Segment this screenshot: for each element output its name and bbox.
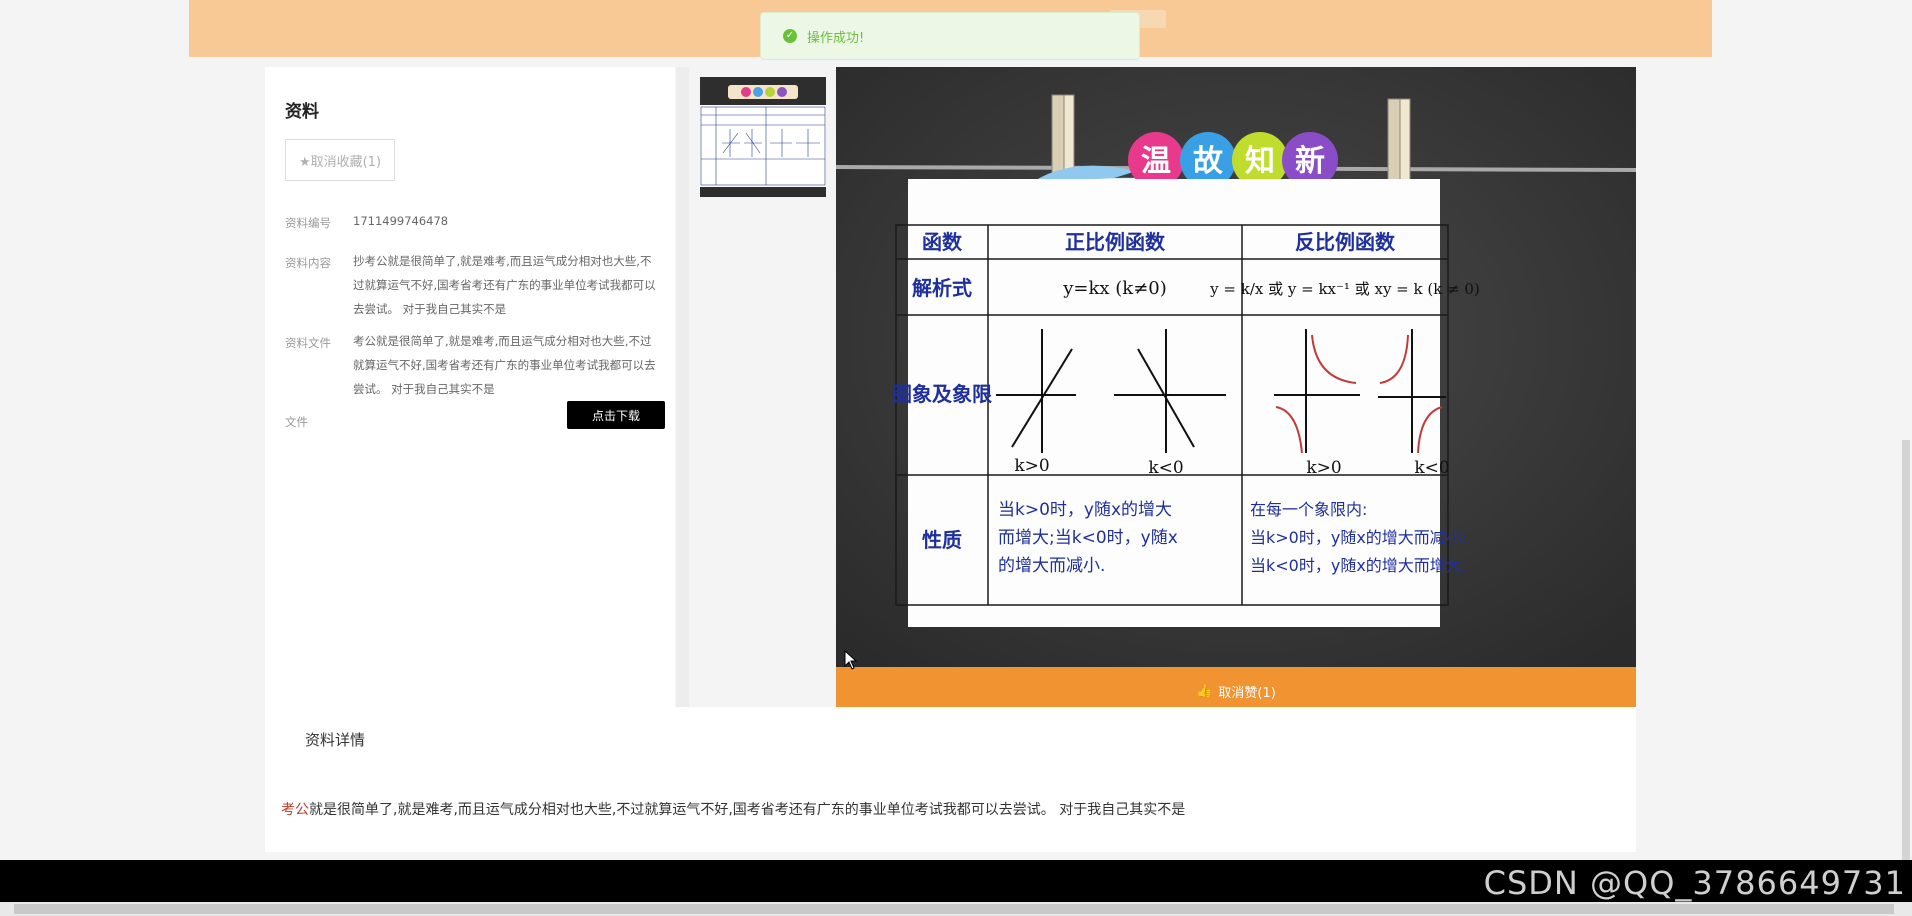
direct-formula: y=kx (k≠0) xyxy=(1062,278,1167,299)
unlike-label: 取消赞(1) xyxy=(1218,686,1276,701)
detail-body: 考公就是很简单了,就是难考,而且运气成分相对也大些,不过就算运气不好,国考省考还… xyxy=(281,799,1185,819)
row-label: 图象及象限 xyxy=(892,382,992,406)
clothespin-right-icon xyxy=(1387,98,1411,192)
banner-char: 温 xyxy=(1141,144,1171,179)
horizontal-scroll-thumb[interactable] xyxy=(14,904,1894,914)
field-value-id: 1711499746478 xyxy=(353,214,449,228)
info-panel: 资料 ★取消收藏(1) 资料编号 1711499746478 资料内容 抄考公就… xyxy=(265,67,675,707)
toast-message: 操作成功! xyxy=(807,30,865,46)
field-label-file: 文件 xyxy=(285,415,308,429)
property-line: 当k<0时，y随x的增大而增大. xyxy=(1250,556,1467,575)
download-button[interactable]: 点击下载 xyxy=(567,401,665,429)
field-value-file-desc: 考公就是很简单了,就是难考,而且运气成分相对也大些,不过就算运气不好,国考省考还… xyxy=(353,334,656,396)
property-line: 当k>0时，y随x的增大而减小; xyxy=(1250,528,1467,547)
success-toast: ✓ 操作成功! xyxy=(760,12,1140,60)
table-header: 反比例函数 xyxy=(1295,230,1396,254)
graph-caption: k>0 xyxy=(1014,456,1049,476)
graph-caption: k<0 xyxy=(1148,458,1183,478)
banner-char: 新 xyxy=(1295,144,1325,179)
check-circle-icon: ✓ xyxy=(783,29,797,43)
field-label-content: 资料内容 xyxy=(285,256,331,270)
property-line: 而增大;当k<0时，y随x xyxy=(998,528,1178,548)
detail-highlight: 考公 xyxy=(281,802,309,818)
property-line: 在每一个象限内: xyxy=(1250,500,1367,519)
row-label: 性质 xyxy=(922,528,962,552)
property-line: 当k>0时，y随x的增大 xyxy=(998,500,1172,520)
table-header: 正比例函数 xyxy=(1065,230,1166,254)
row-label: 解析式 xyxy=(912,276,972,300)
inverse-formula: y = k/x 或 y = kx⁻¹ 或 xy = k (k ≠ 0) xyxy=(1209,280,1480,298)
banner-char: 知 xyxy=(1245,144,1275,179)
table-header: 函数 xyxy=(922,230,963,254)
field-label-id: 资料编号 xyxy=(285,216,331,230)
unfavorite-button[interactable]: ★取消收藏(1) xyxy=(285,139,395,181)
detail-panel: 资料详情 考公就是很简单了,就是难考,而且运气成分相对也大些,不过就算运气不好,… xyxy=(265,707,1636,852)
panel-title: 资料 xyxy=(285,102,319,122)
detail-title: 资料详情 xyxy=(305,731,366,749)
mouse-cursor-icon xyxy=(844,650,858,670)
graph-caption: k>0 xyxy=(1306,458,1341,478)
thumbs-up-icon: 👍 xyxy=(1196,684,1213,699)
detail-text: 就是很简单了,就是难考,而且运气成分相对也大些,不过就算运气不好,国考省考还有广… xyxy=(309,802,1186,818)
field-value-content: 抄考公就是很简单了,就是难考,而且运气成分相对也大些,不过就算运气不好,国考省考… xyxy=(353,254,656,316)
vertical-scroll-thumb[interactable] xyxy=(1902,440,1910,860)
panel-divider xyxy=(676,67,689,707)
property-line: 的增大而减小. xyxy=(998,556,1105,576)
watermark: CSDN @QQ_3786649731 xyxy=(1483,864,1906,902)
image-viewer[interactable]: 温 故 知 新 函数 正比例函数 反比例函数 解析式 图象及象限 性质 y=kx… xyxy=(835,67,1637,667)
image-thumbnail[interactable] xyxy=(700,77,826,197)
banner-char: 故 xyxy=(1193,144,1224,179)
field-label-file-desc: 资料文件 xyxy=(285,336,331,350)
graph-caption: k<0 xyxy=(1414,458,1449,478)
